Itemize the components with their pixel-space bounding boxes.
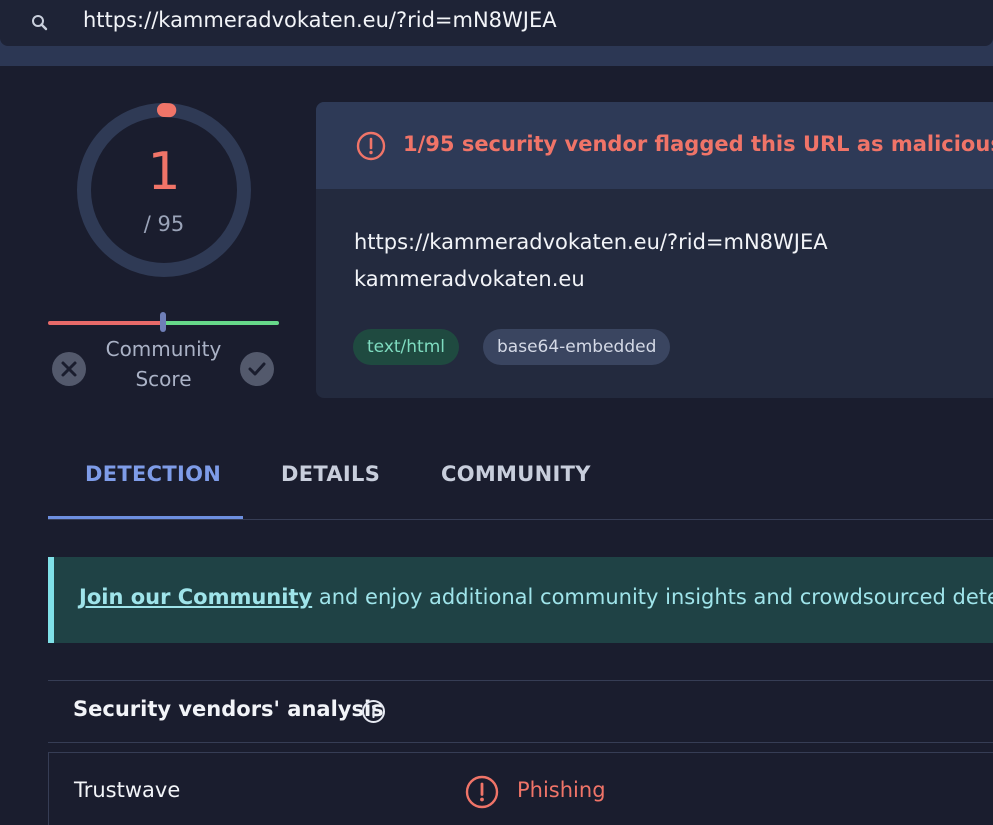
summary-card: 1/95 security vendor flagged this URL as… [316, 102, 993, 398]
search-icon[interactable] [30, 13, 50, 33]
tag-text-html[interactable]: text/html [353, 329, 460, 365]
tag-base64-embedded[interactable]: base64-embedded [483, 329, 671, 365]
banner-text: and enjoy additional community insights … [312, 585, 993, 609]
tab-detection[interactable]: DETECTION [85, 462, 221, 486]
vote-malicious-button[interactable] [52, 352, 86, 386]
detection-count: 1 [147, 142, 181, 202]
vendor-result: Phishing [517, 778, 606, 802]
alert-circle-icon [465, 775, 499, 809]
info-icon[interactable] [361, 699, 386, 724]
alert-message: 1/95 security vendor flagged this URL as… [403, 132, 993, 156]
alert-circle-icon [356, 131, 386, 161]
community-score-positive [164, 321, 279, 325]
community-score-negative [48, 321, 163, 325]
close-icon [61, 361, 77, 377]
community-score-label: Community Score [105, 337, 222, 391]
vendors-divider [48, 742, 993, 743]
banner-accent [48, 557, 54, 643]
top-bar: https://kammeradvokaten.eu/?rid=mN8WJEA [0, 0, 993, 66]
tab-community[interactable]: COMMUNITY [441, 462, 591, 486]
search-bar[interactable]: https://kammeradvokaten.eu/?rid=mN8WJEA [0, 0, 993, 46]
scanned-domain[interactable]: kammeradvokaten.eu [354, 267, 585, 291]
vendor-name: Trustwave [74, 778, 181, 802]
tab-details[interactable]: DETAILS [281, 462, 380, 486]
join-community-link[interactable]: Join our Community [79, 585, 312, 609]
vendors-analysis-title: Security vendors' analysis [73, 697, 384, 721]
banner-message: Join our Community and enjoy additional … [79, 585, 993, 609]
page: https://kammeradvokaten.eu/?rid=mN8WJEA … [0, 0, 993, 825]
vote-harmless-button[interactable] [240, 352, 274, 386]
scanned-url: https://kammeradvokaten.eu/?rid=mN8WJEA [354, 230, 828, 254]
tabs-divider [48, 519, 993, 520]
search-input[interactable]: https://kammeradvokaten.eu/?rid=mN8WJEA [83, 8, 557, 32]
check-icon [248, 362, 266, 376]
detection-total: / 95 [143, 212, 185, 236]
community-score-marker [160, 312, 166, 332]
alert-header: 1/95 security vendor flagged this URL as… [316, 102, 993, 189]
